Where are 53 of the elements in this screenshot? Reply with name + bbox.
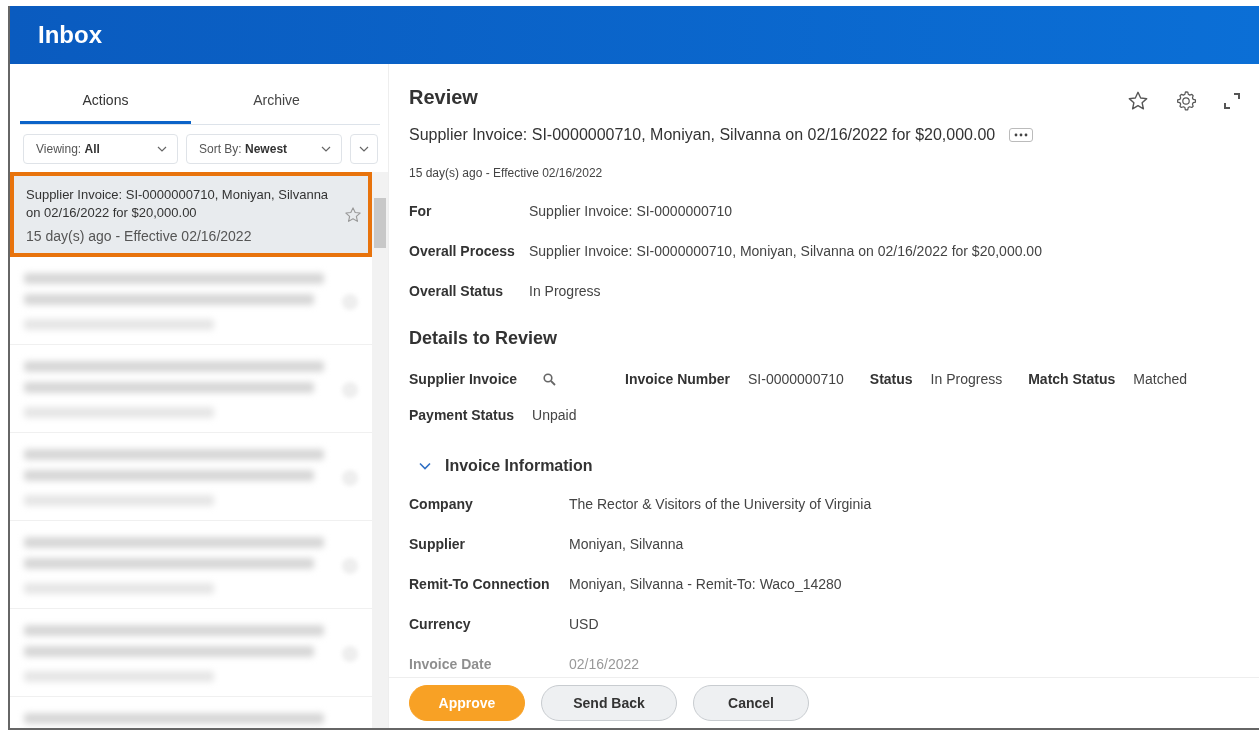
field-label: Currency <box>409 615 472 633</box>
field-label: Payment Status <box>409 407 515 423</box>
field-value: Moniyan, Silvanna <box>569 535 684 553</box>
page-title: Inbox <box>38 21 102 49</box>
item-title: Supplier Invoice: SI-0000000710, Moniyan, Silvanna on 02/16/2022 for $20,000.00 <box>26 186 330 222</box>
action-button[interactable]: Cancel <box>693 685 809 721</box>
field-label: Company <box>409 495 474 513</box>
field-value: 02/16/2022 <box>569 655 640 673</box>
collapse-toggle[interactable] <box>419 462 431 470</box>
scrollbar[interactable] <box>372 172 388 728</box>
field-label: For <box>409 202 433 220</box>
field-value: Moniyan, Silvanna - Remit-To: Waco_14280 <box>569 575 842 593</box>
field-value: SI-0000000710 <box>748 371 844 387</box>
expand-icon[interactable] <box>1223 92 1241 110</box>
chevron-down-icon <box>359 146 369 152</box>
filter-dropdown[interactable]: Sort By: Newest <box>186 134 342 164</box>
field-label: Invoice Number <box>625 371 731 387</box>
star-icon[interactable] <box>344 206 362 224</box>
field-label: Overall Process <box>409 242 516 260</box>
filter-dropdown[interactable]: Viewing: All <box>23 134 178 164</box>
field-value: In Progress <box>529 282 601 300</box>
field-value: Supplier Invoice: SI-0000000710 <box>529 202 733 220</box>
item-meta: 15 day(s) ago - Effective 02/16/2022 <box>26 228 253 244</box>
review-subtitle: Supplier Invoice: SI-0000000710, Moniyan, Silvanna on 02/16/2022 for $20,000.00 <box>409 126 996 144</box>
field-value: The Rector & Visitors of the University of Virginia <box>569 495 872 513</box>
tab[interactable]: Archive <box>191 78 362 124</box>
section-title: Invoice Information <box>445 457 593 475</box>
review-title: Review <box>409 86 478 110</box>
field-value: Unpaid <box>532 407 577 423</box>
field-label: Status <box>869 371 913 387</box>
field-value: USD <box>569 615 599 633</box>
tab[interactable]: Actions <box>20 78 191 124</box>
field-value: In Progress <box>930 371 1003 387</box>
ellipsis-icon <box>1014 133 1029 137</box>
options-dropdown[interactable] <box>350 134 378 164</box>
field-label: Match Status <box>1028 371 1116 387</box>
chevron-down-icon <box>321 146 331 152</box>
field-label: Overall Status <box>409 282 505 300</box>
field-value: Matched <box>1133 371 1187 387</box>
action-button[interactable]: Send Back <box>541 685 677 721</box>
more-button[interactable] <box>1009 128 1034 142</box>
field-label: Invoice Date <box>409 655 493 673</box>
field-label: Supplier <box>409 535 466 553</box>
field-label: Supplier Invoice <box>409 371 518 387</box>
section-title: Details to Review <box>409 328 559 349</box>
field-label: Remit-To Connection <box>409 575 551 593</box>
settings-icon[interactable] <box>1175 90 1197 112</box>
review-meta: 15 day(s) ago - Effective 02/16/2022 <box>409 166 604 180</box>
search-icon[interactable] <box>543 372 557 386</box>
star-icon[interactable] <box>1127 90 1149 112</box>
chevron-down-icon <box>157 146 167 152</box>
field-value: Supplier Invoice: SI-0000000710, Moniyan, Silvanna on 02/16/2022 for $20,000.00 <box>529 242 1042 260</box>
inbox-item[interactable]: Supplier Invoice: SI-0000000710, Moniyan, Silvanna on 02/16/2022 for $20,000.00 15 day(s) ago - Effective 02/16/2022 <box>10 172 372 257</box>
